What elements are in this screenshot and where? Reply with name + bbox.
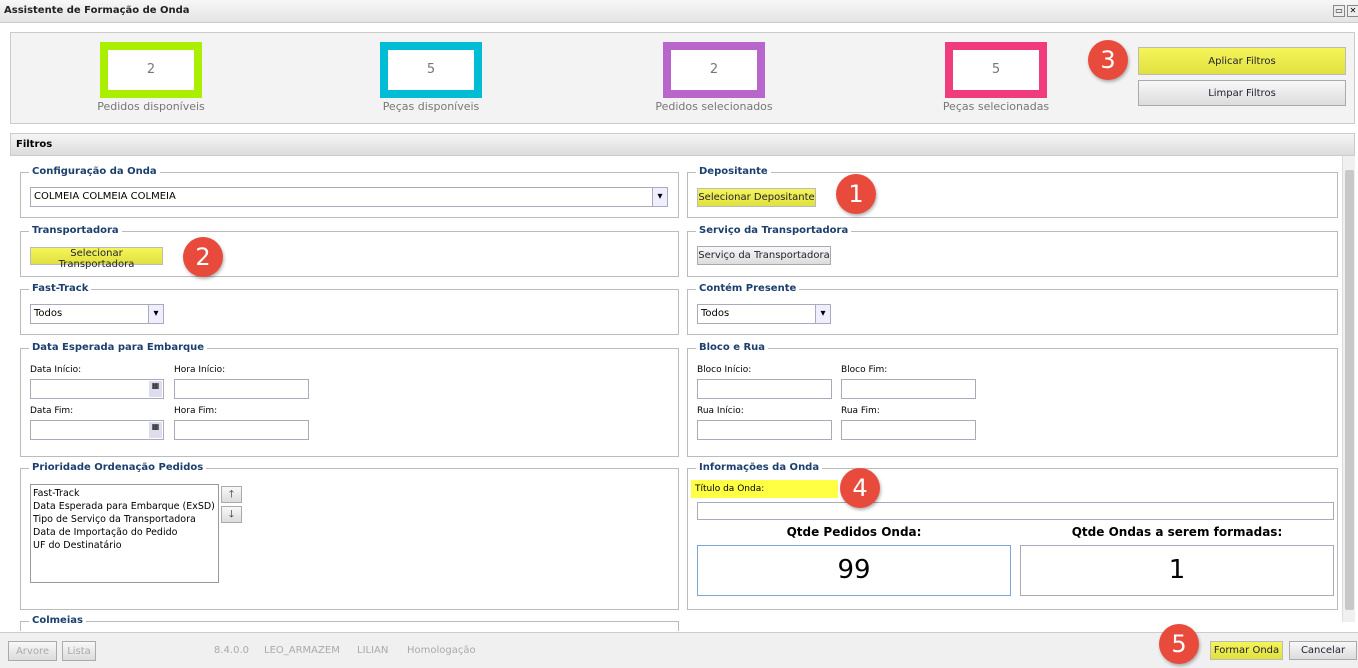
colmeias-legend: Colmeias bbox=[29, 615, 86, 626]
qtde-ondas-input[interactable]: 1 bbox=[1020, 545, 1334, 596]
armazem-status: LEO_ARMAZEM bbox=[264, 645, 340, 656]
rua-fim-input[interactable] bbox=[841, 420, 976, 440]
fasttrack-legend: Fast-Track bbox=[29, 283, 92, 294]
rua-inicio-label: Rua Início: bbox=[697, 406, 744, 416]
config-fieldset: Configuração da Onda COLMEIA COLMEIA COL… bbox=[20, 166, 679, 218]
list-item[interactable]: Data Esperada para Embarque (ExSD) bbox=[33, 500, 216, 513]
qtde-pedidos-input[interactable]: 99 bbox=[697, 545, 1011, 596]
apply-filters-button[interactable]: Aplicar Filtros bbox=[1138, 47, 1346, 75]
clear-filters-button[interactable]: Limpar Filtros bbox=[1138, 80, 1346, 106]
lista-button[interactable]: Lista bbox=[62, 641, 96, 661]
info-legend: Informações da Onda bbox=[696, 462, 823, 473]
hora-inicio-label: Hora Início: bbox=[174, 365, 226, 375]
calendar-icon[interactable]: ▦ bbox=[149, 381, 162, 397]
stat-pecas-disponiveis: 5 bbox=[380, 42, 482, 98]
prioridade-legend: Prioridade Ordenação Pedidos bbox=[29, 462, 207, 473]
config-select[interactable]: COLMEIA COLMEIA COLMEIA bbox=[30, 187, 668, 207]
stat-label: Peças selecionadas bbox=[942, 100, 1050, 113]
data-legend: Data Esperada para Embarque bbox=[29, 342, 208, 353]
data-fim-label: Data Fim: bbox=[30, 406, 74, 416]
stat-pedidos-selecionados: 2 bbox=[663, 42, 765, 98]
rua-inicio-input[interactable] bbox=[697, 420, 832, 440]
presente-fieldset: Contém Presente Todos bbox=[687, 283, 1338, 335]
step-badge-1: 1 bbox=[836, 174, 876, 214]
step-badge-4: 4 bbox=[840, 468, 880, 508]
formar-onda-button[interactable]: Formar Onda bbox=[1210, 641, 1283, 660]
bloco-legend: Bloco e Rua bbox=[696, 342, 769, 353]
stat-pedidos-disponiveis: 2 bbox=[100, 42, 202, 98]
transportadora-legend: Transportadora bbox=[29, 225, 122, 236]
titulo-onda-label: Título da Onda: bbox=[691, 480, 838, 498]
presente-legend: Contém Presente bbox=[696, 283, 800, 294]
presente-select[interactable]: Todos bbox=[697, 304, 831, 324]
prioridade-fieldset: Prioridade Ordenação Pedidos Fast-Track … bbox=[20, 462, 679, 610]
step-badge-5: 5 bbox=[1159, 624, 1199, 664]
arvore-button[interactable]: Arvore bbox=[8, 641, 57, 661]
stat-pecas-selecionadas: 5 bbox=[945, 42, 1047, 98]
bloco-rua-fieldset: Bloco e Rua Bloco Início: Bloco Fim: Rua… bbox=[687, 342, 1338, 457]
fasttrack-value: Todos bbox=[34, 308, 63, 319]
stat-label: Pedidos disponíveis bbox=[97, 100, 205, 113]
step-badge-2: 2 bbox=[183, 237, 223, 277]
calendar-icon[interactable]: ▦ bbox=[149, 422, 162, 438]
fasttrack-select[interactable]: Todos bbox=[30, 304, 164, 324]
filters-header: Filtros bbox=[10, 133, 1355, 156]
list-item[interactable]: UF do Destinatário bbox=[33, 539, 216, 552]
data-embarque-fieldset: Data Esperada para Embarque Data Início:… bbox=[20, 342, 679, 457]
data-inicio-input[interactable] bbox=[30, 379, 164, 399]
move-up-button[interactable]: 🡑 bbox=[221, 486, 242, 503]
list-item[interactable]: Data de Importação do Pedido bbox=[33, 526, 216, 539]
stat-label: Peças disponíveis bbox=[382, 100, 480, 113]
restore-icon[interactable]: ▭ bbox=[1333, 5, 1345, 17]
bloco-fim-label: Bloco Fim: bbox=[841, 365, 888, 375]
depositante-legend: Depositante bbox=[696, 166, 771, 177]
bloco-fim-input[interactable] bbox=[841, 379, 976, 399]
footer-bar bbox=[0, 632, 1358, 668]
scrollbar-thumb[interactable] bbox=[1345, 170, 1354, 610]
select-depositante-button[interactable]: Selecionar Depositante bbox=[697, 188, 816, 207]
window-title: Assistente de Formação de Onda bbox=[0, 0, 1358, 23]
titulo-onda-input[interactable] bbox=[697, 502, 1334, 520]
list-item[interactable]: Fast-Track bbox=[33, 487, 216, 500]
bloco-inicio-input[interactable] bbox=[697, 379, 832, 399]
bloco-inicio-label: Bloco Início: bbox=[697, 365, 752, 375]
step-badge-3: 3 bbox=[1088, 40, 1128, 80]
stat-label: Pedidos selecionados bbox=[655, 100, 773, 113]
info-onda-fieldset: Informações da Onda Título da Onda: Qtde… bbox=[687, 462, 1338, 610]
data-inicio-label: Data Início: bbox=[30, 365, 82, 375]
config-value: COLMEIA COLMEIA COLMEIA bbox=[34, 191, 176, 202]
servico-transportadora-button[interactable]: Serviço da Transportadora bbox=[697, 246, 831, 265]
hora-fim-label: Hora Fim: bbox=[174, 406, 218, 416]
close-icon[interactable]: ✕ bbox=[1347, 5, 1358, 17]
select-transportadora-button[interactable]: Selecionar Transportadora bbox=[30, 247, 163, 270]
qtde-ondas-label: Qtde Ondas a serem formadas: bbox=[1071, 525, 1283, 539]
fasttrack-fieldset: Fast-Track Todos bbox=[20, 283, 679, 335]
cancelar-button[interactable]: Cancelar bbox=[1289, 641, 1357, 660]
list-item[interactable]: Tipo de Serviço da Transportadora bbox=[33, 513, 216, 526]
hora-inicio-input[interactable] bbox=[174, 379, 309, 399]
servico-legend: Serviço da Transportadora bbox=[696, 225, 852, 236]
env-status: Homologação bbox=[407, 645, 476, 656]
rua-fim-label: Rua Fim: bbox=[841, 406, 880, 416]
config-legend: Configuração da Onda bbox=[29, 166, 160, 177]
prioridade-listbox[interactable]: Fast-Track Data Esperada para Embarque (… bbox=[30, 484, 219, 583]
presente-value: Todos bbox=[701, 308, 730, 319]
user-status: LILIAN bbox=[357, 645, 389, 656]
colmeias-fieldset: Colmeias bbox=[20, 615, 679, 631]
hora-fim-input[interactable] bbox=[174, 420, 309, 440]
scrollbar[interactable] bbox=[1342, 156, 1355, 622]
qtde-pedidos-label: Qtde Pedidos Onda: bbox=[786, 525, 922, 539]
data-fim-input[interactable] bbox=[30, 420, 164, 440]
version-status: 8.4.0.0 bbox=[214, 645, 249, 656]
move-down-button[interactable]: 🡓 bbox=[221, 506, 242, 523]
